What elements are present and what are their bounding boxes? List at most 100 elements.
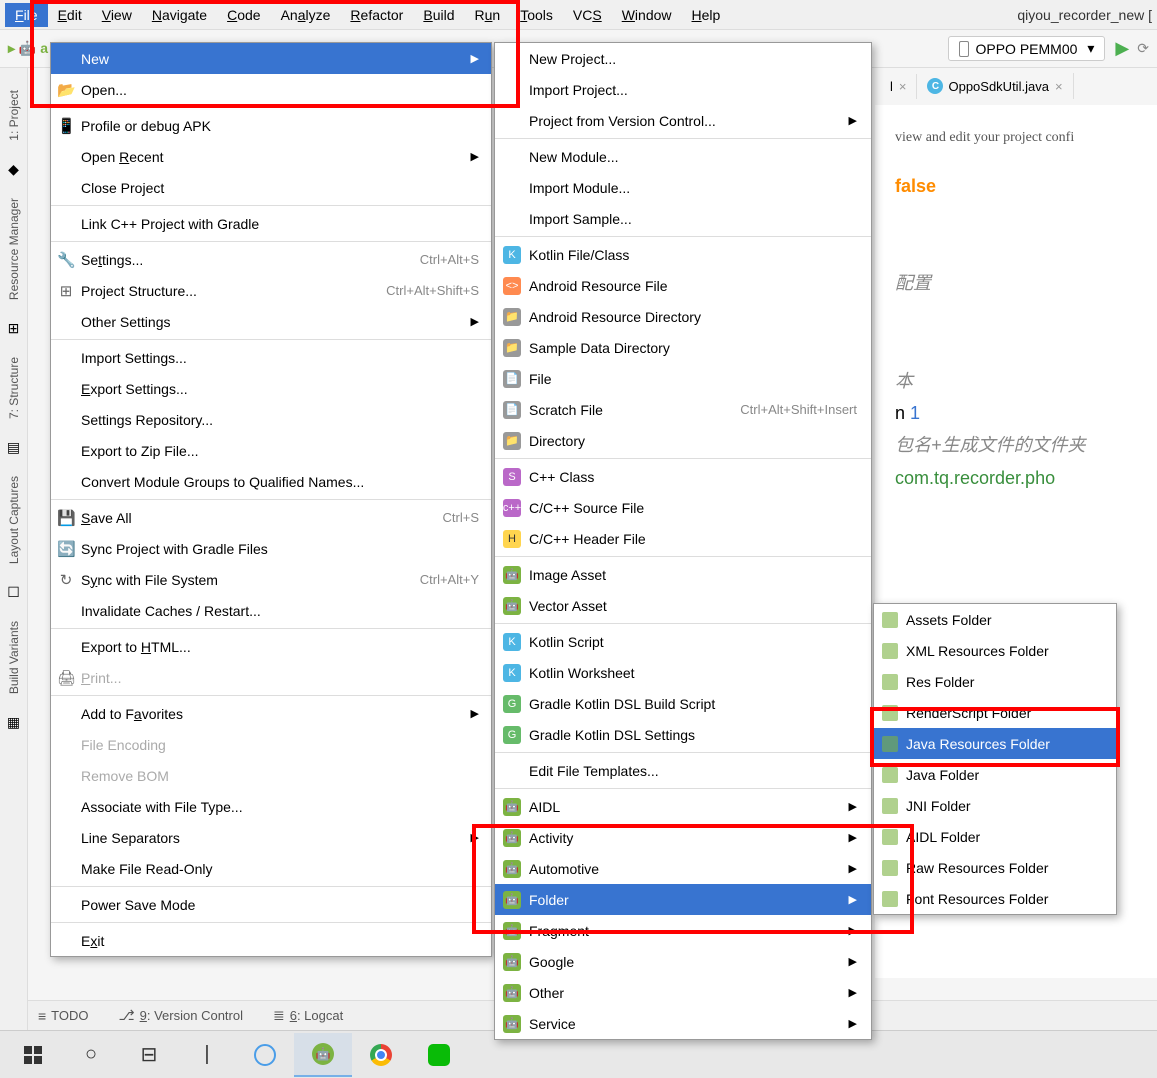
editor-tab-2[interactable]: C OppoSdkUtil.java × bbox=[917, 73, 1073, 99]
new-kotlin-file[interactable]: KKotlin File/Class bbox=[495, 239, 871, 270]
file-save-all[interactable]: 💾 Save All Ctrl+S bbox=[51, 502, 491, 533]
menu-file[interactable]: File bbox=[5, 3, 48, 27]
file-import-settings[interactable]: Import Settings... bbox=[51, 342, 491, 373]
file-convert-module[interactable]: Convert Module Groups to Qualified Names… bbox=[51, 466, 491, 497]
app-dingtalk[interactable] bbox=[236, 1033, 294, 1077]
new-android-res-file[interactable]: <>Android Resource File bbox=[495, 270, 871, 301]
new-kotlin-script[interactable]: KKotlin Script bbox=[495, 626, 871, 657]
new-file[interactable]: 📄File bbox=[495, 363, 871, 394]
menu-refactor[interactable]: Refactor bbox=[340, 3, 413, 27]
menu-edit[interactable]: Edit bbox=[48, 3, 92, 27]
app-wechat[interactable] bbox=[410, 1033, 468, 1077]
new-sample-data-dir[interactable]: 📁Sample Data Directory bbox=[495, 332, 871, 363]
file-add-favorites[interactable]: Add to Favorites ▶ bbox=[51, 698, 491, 729]
folder-java-resources[interactable]: Java Resources Folder bbox=[874, 728, 1116, 759]
file-open[interactable]: 📂 Open... bbox=[51, 74, 491, 105]
cortana-button[interactable]: ○ bbox=[62, 1033, 120, 1077]
menu-run[interactable]: Run bbox=[465, 3, 511, 27]
editor-tab-1[interactable]: l × bbox=[880, 74, 917, 99]
file-settings-repo[interactable]: Settings Repository... bbox=[51, 404, 491, 435]
new-gradle-settings[interactable]: GGradle Kotlin DSL Settings bbox=[495, 719, 871, 750]
file-encoding[interactable]: File Encoding bbox=[51, 729, 491, 760]
new-edit-templates[interactable]: Edit File Templates... bbox=[495, 755, 871, 786]
app-chrome[interactable] bbox=[352, 1033, 410, 1077]
new-gradle-build[interactable]: GGradle Kotlin DSL Build Script bbox=[495, 688, 871, 719]
new-vector-asset[interactable]: 🤖Vector Asset bbox=[495, 590, 871, 621]
menu-vcs[interactable]: VCS bbox=[563, 3, 612, 27]
file-export-zip[interactable]: Export to Zip File... bbox=[51, 435, 491, 466]
new-android-res-dir[interactable]: 📁Android Resource Directory bbox=[495, 301, 871, 332]
file-other-settings[interactable]: Other Settings ▶ bbox=[51, 306, 491, 337]
file-read-only[interactable]: Make File Read-Only bbox=[51, 853, 491, 884]
file-close-project[interactable]: Close Project bbox=[51, 172, 491, 203]
file-project-structure[interactable]: ⊞ Project Structure... Ctrl+Alt+Shift+S bbox=[51, 275, 491, 306]
folder-xml-res[interactable]: XML Resources Folder bbox=[874, 635, 1116, 666]
new-image-asset[interactable]: 🤖Image Asset bbox=[495, 559, 871, 590]
folder-font-res[interactable]: Font Resources Folder bbox=[874, 883, 1116, 914]
file-line-separators[interactable]: Line Separators ▶ bbox=[51, 822, 491, 853]
menu-view[interactable]: View bbox=[92, 3, 142, 27]
menu-analyze[interactable]: Analyze bbox=[271, 3, 341, 27]
new-service[interactable]: 🤖Service▶ bbox=[495, 1008, 871, 1039]
folder-res[interactable]: Res Folder bbox=[874, 666, 1116, 697]
new-import-project[interactable]: Import Project... bbox=[495, 74, 871, 105]
folder-jni[interactable]: JNI Folder bbox=[874, 790, 1116, 821]
tab-resource-manager[interactable]: Resource Manager bbox=[5, 188, 23, 310]
debug-button[interactable]: ⟳ bbox=[1137, 40, 1149, 57]
new-cpp-class[interactable]: SC++ Class bbox=[495, 461, 871, 492]
file-export-html[interactable]: Export to HTML... bbox=[51, 631, 491, 662]
menu-tools[interactable]: Tools bbox=[510, 3, 563, 27]
menu-help[interactable]: Help bbox=[682, 3, 731, 27]
new-google[interactable]: 🤖Google▶ bbox=[495, 946, 871, 977]
new-activity[interactable]: 🤖Activity▶ bbox=[495, 822, 871, 853]
new-automotive[interactable]: 🤖Automotive▶ bbox=[495, 853, 871, 884]
tool-logcat[interactable]: ≣6: Logcat bbox=[273, 1007, 343, 1024]
folder-aidl[interactable]: AIDL Folder bbox=[874, 821, 1116, 852]
start-button[interactable] bbox=[4, 1033, 62, 1077]
new-directory[interactable]: 📁Directory bbox=[495, 425, 871, 456]
file-power-save[interactable]: Power Save Mode bbox=[51, 889, 491, 920]
new-scratch-file[interactable]: 📄Scratch FileCtrl+Alt+Shift+Insert bbox=[495, 394, 871, 425]
new-import-sample[interactable]: Import Sample... bbox=[495, 203, 871, 234]
new-other[interactable]: 🤖Other▶ bbox=[495, 977, 871, 1008]
menu-navigate[interactable]: Navigate bbox=[142, 3, 217, 27]
new-project[interactable]: New Project... bbox=[495, 43, 871, 74]
new-cpp-source[interactable]: c++C/C++ Source File bbox=[495, 492, 871, 523]
tab-project[interactable]: 1: Project bbox=[5, 80, 23, 151]
menu-code[interactable]: Code bbox=[217, 3, 270, 27]
new-aidl[interactable]: 🤖AIDL▶ bbox=[495, 791, 871, 822]
menu-build[interactable]: Build bbox=[413, 3, 464, 27]
run-button[interactable]: ▶ bbox=[1115, 38, 1129, 59]
tool-todo[interactable]: ≡TODO bbox=[38, 1008, 89, 1024]
file-export-settings[interactable]: Export Settings... bbox=[51, 373, 491, 404]
new-project-vc[interactable]: Project from Version Control...▶ bbox=[495, 105, 871, 136]
new-fragment[interactable]: 🤖Fragment▶ bbox=[495, 915, 871, 946]
new-import-module[interactable]: Import Module... bbox=[495, 172, 871, 203]
tab-structure[interactable]: 7: Structure bbox=[5, 347, 23, 429]
menu-window[interactable]: Window bbox=[612, 3, 682, 27]
tab-build-variants[interactable]: Build Variants bbox=[5, 611, 23, 704]
file-invalidate[interactable]: Invalidate Caches / Restart... bbox=[51, 595, 491, 626]
file-link-cpp[interactable]: Link C++ Project with Gradle bbox=[51, 208, 491, 239]
app-android-studio[interactable]: 🤖 bbox=[294, 1033, 352, 1077]
file-settings[interactable]: 🔧 Settings... Ctrl+Alt+S bbox=[51, 244, 491, 275]
file-sync-fs[interactable]: ↻ Sync with File System Ctrl+Alt+Y bbox=[51, 564, 491, 595]
close-icon[interactable]: × bbox=[1055, 79, 1063, 94]
new-folder[interactable]: 🤖Folder▶ bbox=[495, 884, 871, 915]
folder-renderscript[interactable]: RenderScript Folder bbox=[874, 697, 1116, 728]
file-new[interactable]: New ▶ bbox=[51, 43, 491, 74]
file-print[interactable]: 🖨 Print... bbox=[51, 662, 491, 693]
tab-layout-captures[interactable]: Layout Captures bbox=[5, 466, 23, 574]
tool-vcs[interactable]: ⎇9: Version Control bbox=[119, 1007, 243, 1024]
folder-raw-res[interactable]: Raw Resources Folder bbox=[874, 852, 1116, 883]
task-view-button[interactable]: ⊟ bbox=[120, 1033, 178, 1077]
new-kotlin-worksheet[interactable]: KKotlin Worksheet bbox=[495, 657, 871, 688]
device-dropdown[interactable]: OPPO PEMM00 ▾ bbox=[948, 36, 1105, 61]
file-remove-bom[interactable]: Remove BOM bbox=[51, 760, 491, 791]
folder-java[interactable]: Java Folder bbox=[874, 759, 1116, 790]
new-cpp-header[interactable]: HC/C++ Header File bbox=[495, 523, 871, 554]
folder-assets[interactable]: Assets Folder bbox=[874, 604, 1116, 635]
file-exit[interactable]: Exit bbox=[51, 925, 491, 956]
new-module[interactable]: New Module... bbox=[495, 141, 871, 172]
file-sync-gradle[interactable]: 🔄 Sync Project with Gradle Files bbox=[51, 533, 491, 564]
